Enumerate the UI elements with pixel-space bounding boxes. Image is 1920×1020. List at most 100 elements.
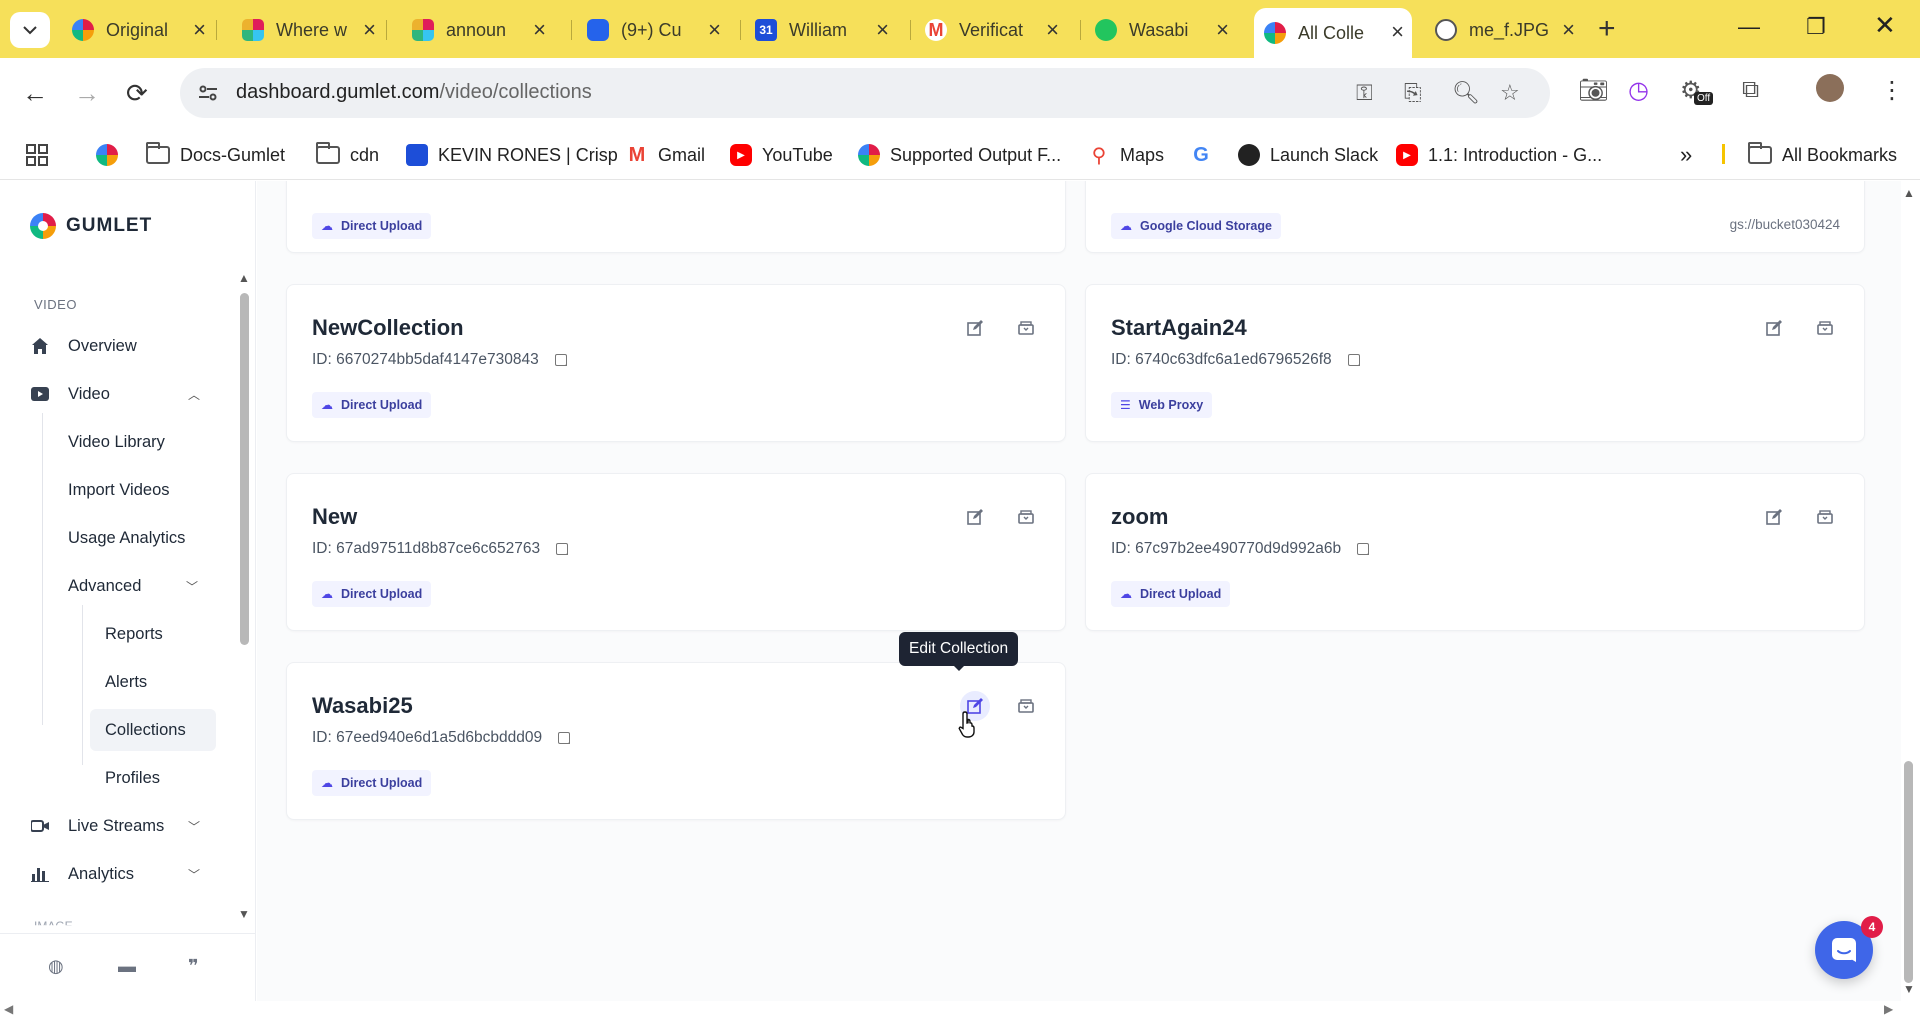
- extension-off-icon[interactable]: ⚙ Off: [1680, 76, 1714, 105]
- copy-icon[interactable]: [558, 732, 571, 744]
- more-bookmarks-chevron-icon[interactable]: »: [1680, 140, 1692, 170]
- bookmark-item[interactable]: ▶ 1.1: Introduction - G...: [1396, 140, 1602, 170]
- bookmark-item[interactable]: Docs-Gumlet: [146, 140, 285, 170]
- sidebar-item-video[interactable]: Video ︿: [30, 376, 200, 412]
- quote-icon[interactable]: ❞: [188, 956, 199, 977]
- close-icon[interactable]: ×: [1046, 18, 1059, 42]
- close-icon[interactable]: ×: [533, 18, 546, 42]
- sidebar-item-video-library[interactable]: Video Library: [68, 424, 165, 460]
- tab-search-button[interactable]: [10, 12, 50, 48]
- chevron-down-icon[interactable]: ﹀: [188, 818, 200, 835]
- sidebar-item-overview[interactable]: Overview: [30, 328, 200, 364]
- collection-card[interactable]: NewCollection ID: 6670274bb5daf4147e7308…: [286, 284, 1066, 442]
- chevron-up-icon[interactable]: ︿: [188, 386, 200, 403]
- gumlet-logo[interactable]: GUMLET: [30, 213, 152, 239]
- collection-card[interactable]: zoom ID: 67c97b2ee490770d9d992a6b ☁ Direc…: [1085, 473, 1865, 631]
- sidebar-item-usage-analytics[interactable]: Usage Analytics: [68, 520, 185, 556]
- bookmark-star-icon[interactable]: ☆: [1500, 80, 1520, 106]
- collection-settings-button[interactable]: [1011, 691, 1041, 721]
- copy-icon[interactable]: [1357, 543, 1370, 555]
- browser-tab[interactable]: announ ×: [402, 10, 554, 50]
- edit-collection-button[interactable]: [1759, 502, 1789, 532]
- close-icon[interactable]: ×: [1216, 18, 1229, 42]
- horizontal-scrollbar[interactable]: ◀ ▶: [0, 1001, 1920, 1020]
- extensions-puzzle-icon[interactable]: ⧉: [1742, 76, 1759, 104]
- browser-tab[interactable]: 31 William ×: [745, 10, 897, 50]
- close-icon[interactable]: ×: [1562, 18, 1575, 42]
- edit-collection-button[interactable]: [960, 502, 990, 532]
- collection-settings-button[interactable]: [1810, 313, 1840, 343]
- browser-tab[interactable]: Original ×: [62, 10, 214, 50]
- collection-settings-button[interactable]: [1011, 502, 1041, 532]
- sidebar-item-alerts[interactable]: Alerts: [105, 664, 147, 700]
- new-tab-button[interactable]: +: [1598, 14, 1616, 44]
- back-button[interactable]: ←: [22, 78, 48, 108]
- camera-icon[interactable]: 📷︎: [1578, 76, 1608, 105]
- close-icon[interactable]: ×: [708, 18, 721, 42]
- close-icon[interactable]: ×: [193, 18, 206, 42]
- bookmark-item[interactable]: Supported Output F...: [858, 140, 1061, 170]
- browser-menu-icon[interactable]: ⋮: [1880, 76, 1904, 105]
- bookmark-item[interactable]: ⚲ Maps: [1088, 140, 1164, 170]
- edit-collection-button[interactable]: [1759, 313, 1789, 343]
- password-key-icon[interactable]: ⚿: [1356, 80, 1373, 106]
- scroll-down-arrow-icon[interactable]: ▼: [238, 907, 250, 921]
- scroll-down-arrow-icon[interactable]: ▼: [1903, 982, 1915, 996]
- install-app-icon[interactable]: ⎘: [1404, 80, 1422, 106]
- browser-tab-active[interactable]: All Colle ×: [1254, 8, 1412, 58]
- chat-icon[interactable]: ▬: [118, 956, 136, 977]
- sidebar-item-reports[interactable]: Reports: [105, 616, 163, 652]
- bookmark-gumlet-icon[interactable]: [96, 140, 128, 170]
- close-icon[interactable]: ×: [876, 18, 889, 42]
- close-icon[interactable]: ×: [363, 18, 376, 42]
- sidebar-item-live-streams[interactable]: Live Streams ﹀: [30, 808, 200, 844]
- browser-tab[interactable]: Where w ×: [232, 10, 384, 50]
- close-icon[interactable]: ×: [1391, 20, 1404, 44]
- apps-grid-icon[interactable]: [26, 140, 48, 170]
- reload-button[interactable]: ⟳: [126, 78, 148, 108]
- sidebar-item-profiles[interactable]: Profiles: [105, 760, 160, 796]
- collection-card[interactable]: ☁ Google Cloud Storage gs://bucket030424: [1085, 181, 1865, 253]
- browser-tab[interactable]: me_f.JPG ×: [1425, 10, 1583, 50]
- site-info-icon[interactable]: [196, 81, 220, 105]
- chevron-down-icon[interactable]: ﹀: [186, 578, 198, 595]
- zoom-icon[interactable]: 🔍︎: [1452, 80, 1480, 106]
- clock-extension-icon[interactable]: ◷: [1628, 76, 1649, 105]
- bookmark-item[interactable]: KEVIN RONES | Crisp: [406, 140, 618, 170]
- edit-collection-button[interactable]: [960, 313, 990, 343]
- scroll-right-arrow-icon[interactable]: ▶: [1884, 1002, 1893, 1016]
- bookmark-item[interactable]: cdn: [316, 140, 379, 170]
- sidebar-item-analytics[interactable]: Analytics ﹀: [30, 856, 200, 892]
- scroll-up-arrow-icon[interactable]: ▲: [1903, 186, 1915, 200]
- all-bookmarks-button[interactable]: All Bookmarks: [1748, 140, 1897, 170]
- collection-card[interactable]: Wasabi25 ID: 67eed940e6d1a5d6bcbddd09 ☁ D…: [286, 662, 1066, 820]
- restore-button[interactable]: ❐: [1806, 14, 1826, 40]
- globe-icon[interactable]: ◍: [48, 956, 64, 977]
- bookmark-item[interactable]: M Gmail: [626, 140, 705, 170]
- copy-icon[interactable]: [556, 543, 569, 555]
- sidebar-item-import-videos[interactable]: Import Videos: [68, 472, 170, 508]
- browser-tab[interactable]: (9+) Cu ×: [577, 10, 729, 50]
- browser-tab[interactable]: Wasabi ×: [1085, 10, 1237, 50]
- copy-icon[interactable]: [1347, 354, 1360, 366]
- address-bar[interactable]: dashboard.gumlet.com/video/collections ⚿…: [180, 68, 1550, 118]
- close-window-button[interactable]: ✕: [1874, 10, 1896, 41]
- collection-card[interactable]: ☁ Direct Upload: [286, 181, 1066, 253]
- browser-tab[interactable]: M Verificat ×: [915, 10, 1067, 50]
- collection-card[interactable]: StartAgain24 ID: 6740c63dfc6a1ed6796526f…: [1085, 284, 1865, 442]
- scroll-left-arrow-icon[interactable]: ◀: [4, 1002, 13, 1016]
- sidebar-item-advanced[interactable]: Advanced ﹀: [68, 568, 198, 604]
- copy-icon[interactable]: [554, 354, 567, 366]
- forward-button[interactable]: →: [74, 78, 100, 108]
- minimize-button[interactable]: —: [1738, 14, 1760, 40]
- bookmark-item[interactable]: G: [1190, 140, 1222, 170]
- bookmark-item[interactable]: Launch Slack: [1238, 140, 1378, 170]
- profile-avatar[interactable]: [1816, 74, 1844, 102]
- sidebar-scrollbar[interactable]: [240, 293, 249, 645]
- scroll-up-arrow-icon[interactable]: ▲: [238, 271, 250, 285]
- main-scrollbar[interactable]: [1904, 761, 1913, 983]
- chevron-down-icon[interactable]: ﹀: [188, 866, 200, 883]
- sidebar-item-collections[interactable]: Collections: [90, 709, 216, 751]
- bookmark-item[interactable]: ▶ YouTube: [730, 140, 833, 170]
- collection-settings-button[interactable]: [1810, 502, 1840, 532]
